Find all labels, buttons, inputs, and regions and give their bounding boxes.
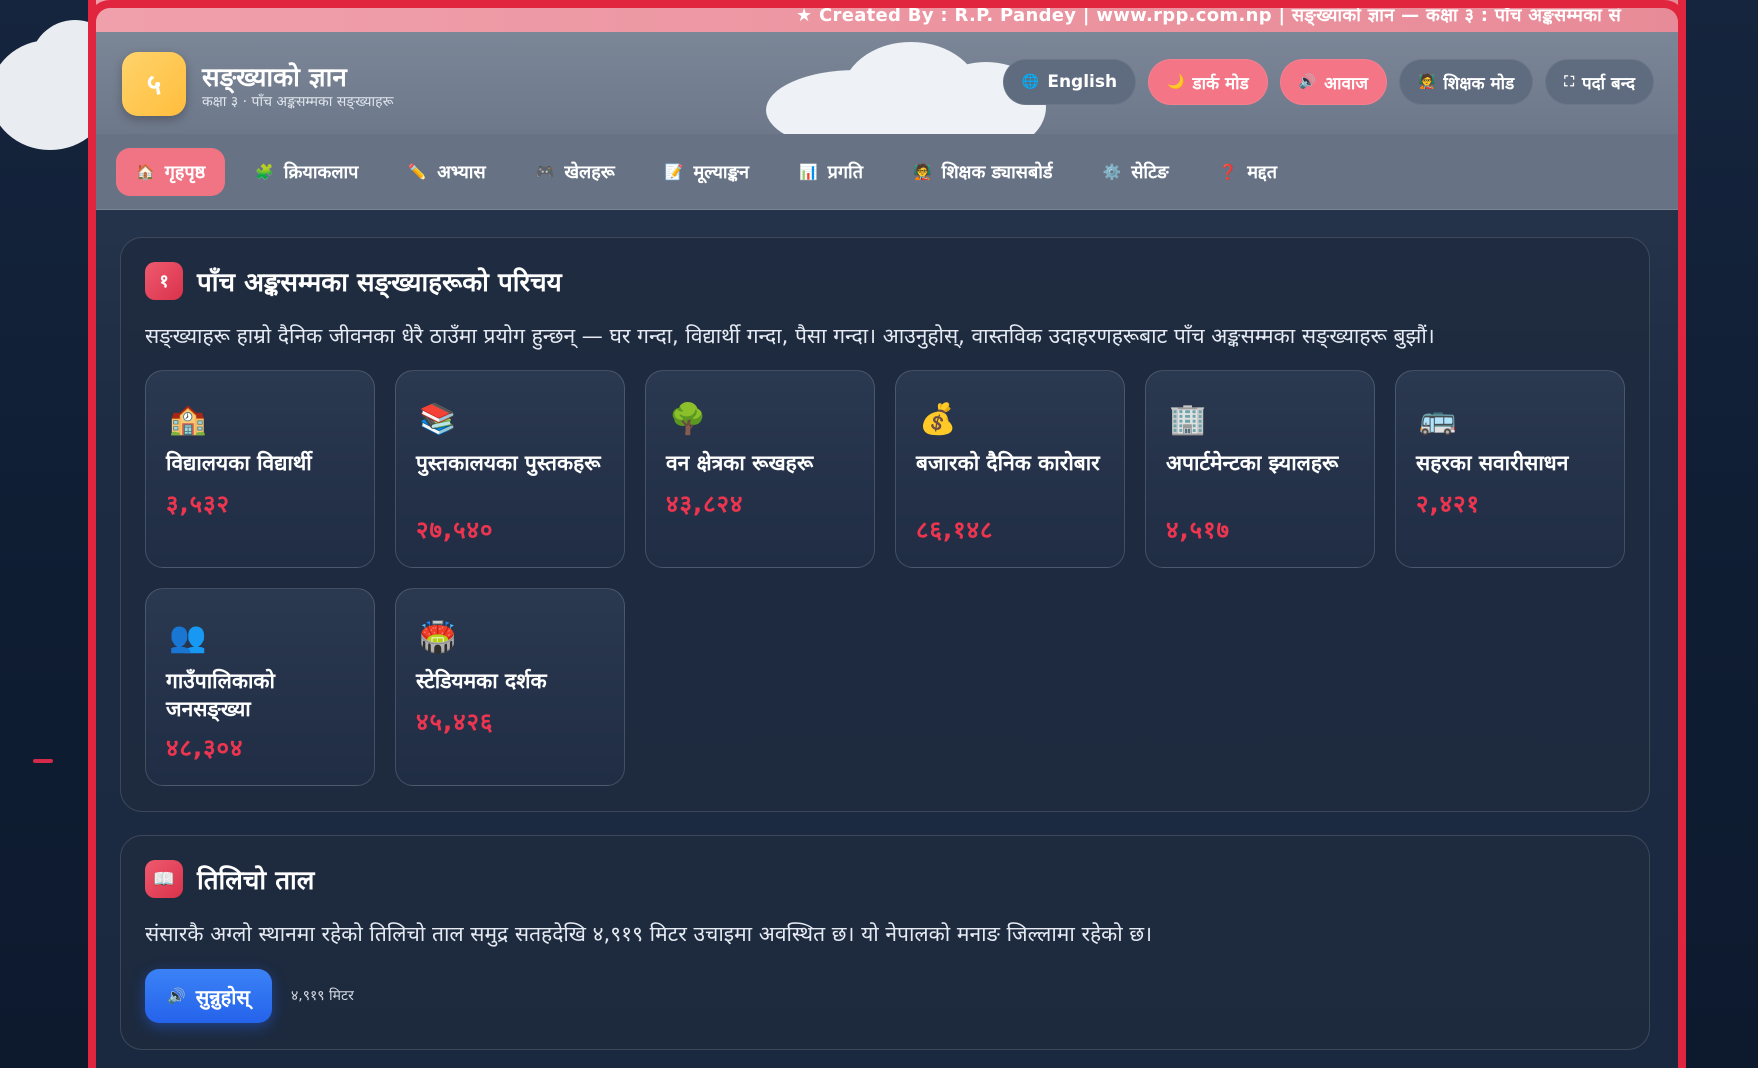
- app-window: ★ Created By : R.P. Pandey | www.rpp.com…: [88, 0, 1686, 1068]
- sound-label: आवाज: [1324, 73, 1368, 94]
- lake-description: संसारकै अग्लो स्थानमा रहेको तिलिचो ताल स…: [145, 922, 1153, 946]
- card-value: २,४२१: [1416, 490, 1481, 518]
- intro-section: १ पाँच अङ्कसम्मका सङ्ख्याहरूको परिचय सङ्…: [120, 237, 1650, 812]
- section-description: सङ्ख्याहरू हाम्रो दैनिक जीवनका धेरै ठाउँ…: [145, 324, 1435, 348]
- nav-help[interactable]: ❓ मद्दत: [1199, 148, 1297, 196]
- card-label: स्टेडियमका दर्शक: [416, 669, 547, 693]
- nav-label: अभ्यास: [437, 161, 486, 183]
- moon-icon: 🌙: [1167, 74, 1185, 90]
- bus-icon: 🚌: [1419, 401, 1457, 437]
- nav-progress[interactable]: 📊 प्रगति: [779, 148, 883, 196]
- lake-section: 📖 तिलिचो ताल संसारकै अग्लो स्थानमा रहेको…: [120, 835, 1650, 1050]
- language-button[interactable]: 🌐 English: [1002, 59, 1137, 105]
- globe-icon: 🌐: [1021, 74, 1040, 90]
- main-nav: 🏠 गृहपृष्ठ 🧩 क्रियाकलाप ✏️ अभ्यास 🎮 खेलह…: [96, 134, 1678, 210]
- main-content: १ पाँच अङ्कसम्मका सङ्ख्याहरूको परिचय सङ्…: [96, 210, 1678, 1068]
- fullscreen-label: पर्दा बन्द: [1582, 73, 1635, 94]
- card-label: अपार्टमेन्टका झ्यालहरू: [1166, 451, 1339, 475]
- nav-home[interactable]: 🏠 गृहपृष्ठ: [116, 147, 226, 196]
- card-label: विद्यालयका विद्यार्थी: [166, 451, 312, 475]
- card-label: सहरका सवारीसाधन: [1416, 451, 1569, 475]
- nav-label: खेलहरू: [564, 161, 615, 183]
- nav-label: मद्दत: [1247, 161, 1278, 183]
- card-value: ४५,४२६: [416, 708, 494, 736]
- fullscreen-button[interactable]: ⛶ पर्दा बन्द: [1545, 59, 1654, 105]
- example-card[interactable]: 💰 बजारको दैनिक कारोबार ८६,१४८: [895, 370, 1125, 568]
- background-dash: [33, 759, 53, 763]
- nav-teacher-dashboard[interactable]: 🧑‍🏫 शिक्षक ड्यासबोर्ड: [893, 148, 1073, 196]
- app-subtitle: कक्षा ३ · पाँच अङ्कसम्मका सङ्ख्याहरू: [202, 94, 394, 110]
- section-title: पाँच अङ्कसम्मका सङ्ख्याहरूको परिचय: [197, 268, 562, 298]
- example-card[interactable]: 📚 पुस्तकालयका पुस्तकहरू २७,५४०: [395, 370, 625, 568]
- nav-label: प्रगति: [827, 161, 863, 183]
- example-card[interactable]: 🏢 अपार्टमेन्टका झ्यालहरू ४,५१७: [1145, 370, 1375, 568]
- nav-label: शिक्षक ड्यासबोर्ड: [941, 161, 1053, 183]
- speaker-icon: 🔊: [167, 987, 186, 1005]
- altitude-note: ४,९१९ मिटर: [291, 988, 354, 1004]
- teacher-mode-label: शिक्षक मोड: [1443, 73, 1515, 94]
- gear-icon: ⚙️: [1102, 162, 1122, 181]
- nav-label: क्रियाकलाप: [283, 161, 359, 183]
- nav-settings[interactable]: ⚙️ सेटिङ: [1083, 148, 1189, 196]
- card-value: २७,५४०: [416, 516, 494, 544]
- memo-icon: 📝: [664, 162, 684, 181]
- puzzle-icon: 🧩: [255, 162, 274, 181]
- example-card[interactable]: 👥 गाउँपालिकाको जनसङ्ख्या ४८,३०४: [145, 588, 375, 786]
- dark-mode-label: डार्क मोड: [1192, 73, 1249, 94]
- fullscreen-icon: ⛶: [1564, 74, 1574, 90]
- listen-button[interactable]: 🔊 सुन्नुहोस्: [145, 969, 272, 1023]
- section-heading: 📖 तिलिचो ताल: [145, 860, 314, 898]
- nav-activities[interactable]: 🧩 क्रियाकलाप: [235, 148, 378, 196]
- example-card[interactable]: 🌳 वन क्षेत्रका रूखहरू ४३,८२४: [645, 370, 875, 568]
- language-label: English: [1047, 72, 1118, 92]
- listen-label: सुन्नुहोस्: [195, 984, 250, 1009]
- stadium-icon: 🏟️: [419, 619, 457, 655]
- card-value: ४,५१७: [1166, 516, 1231, 544]
- example-card[interactable]: 🏫 विद्यालयका विद्यार्थी ३,५३२: [145, 370, 375, 568]
- card-value: ८६,१४८: [916, 516, 994, 544]
- nav-label: सेटिङ: [1131, 161, 1169, 183]
- app-title: सङ्ख्याको ज्ञान: [202, 63, 347, 93]
- dark-mode-button[interactable]: 🌙 डार्क मोड: [1148, 59, 1268, 105]
- money-bag-icon: 💰: [919, 401, 957, 437]
- card-value: ३,५३२: [166, 490, 231, 518]
- example-card[interactable]: 🏟️ स्टेडियमका दर्शक ४५,४२६: [395, 588, 625, 786]
- school-icon: 🏫: [169, 401, 207, 437]
- books-icon: 📚: [419, 401, 457, 437]
- teacher-icon: 🧑‍🏫: [912, 162, 932, 181]
- gamepad-icon: 🎮: [535, 162, 555, 181]
- tree-icon: 🌳: [669, 401, 707, 437]
- card-label: गाउँपालिकाको जनसङ्ख्या: [166, 669, 275, 721]
- teacher-icon: 🧑‍🏫: [1417, 74, 1436, 90]
- section-heading: १ पाँच अङ्कसम्मका सङ्ख्याहरूको परिचय: [145, 262, 562, 300]
- section-number-badge: १: [145, 262, 183, 300]
- card-label: पुस्तकालयका पुस्तकहरू: [416, 451, 601, 475]
- speaker-icon: 🔊: [1298, 74, 1317, 90]
- nav-assessment[interactable]: 📝 मूल्याङ्कन: [645, 148, 769, 196]
- nav-label: गृहपृष्ठ: [164, 161, 206, 183]
- home-icon: 🏠: [136, 162, 155, 181]
- card-value: ४३,८२४: [666, 490, 744, 518]
- nav-practice[interactable]: ✏️ अभ्यास: [388, 148, 505, 196]
- pencil-icon: ✏️: [408, 162, 428, 181]
- teacher-mode-button[interactable]: 🧑‍🏫 शिक्षक मोड: [1398, 59, 1534, 105]
- example-card[interactable]: 🚌 सहरका सवारीसाधन २,४२१: [1395, 370, 1625, 568]
- section-title: तिलिचो ताल: [197, 866, 315, 896]
- building-icon: 🏢: [1169, 401, 1207, 437]
- header-buttons: 🌐 English 🌙 डार्क मोड 🔊 आवाज 🧑‍🏫 शिक्षक …: [1002, 59, 1654, 105]
- nav-games[interactable]: 🎮 खेलहरू: [516, 148, 635, 196]
- card-value: ४८,३०४: [166, 734, 244, 762]
- sound-button[interactable]: 🔊 आवाज: [1279, 59, 1387, 105]
- app-frame-top: [88, 0, 1686, 30]
- people-icon: 👥: [169, 619, 207, 655]
- bar-chart-icon: 📊: [798, 162, 818, 181]
- card-label: वन क्षेत्रका रूखहरू: [666, 451, 814, 475]
- book-icon: 📖: [145, 860, 183, 898]
- app-logo: ५: [122, 52, 186, 116]
- card-label: बजारको दैनिक कारोबार: [916, 451, 1100, 475]
- app-header: ५ सङ्ख्याको ज्ञान कक्षा ३ · पाँच अङ्कसम्…: [96, 32, 1678, 152]
- question-icon: ❓: [1218, 162, 1238, 181]
- nav-label: मूल्याङ्कन: [693, 161, 749, 183]
